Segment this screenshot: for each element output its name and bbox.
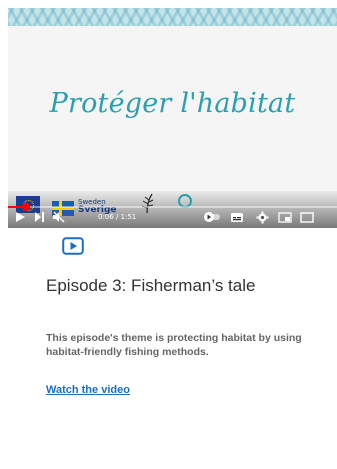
time-display: 0:06 / 1:51 <box>98 213 137 221</box>
mute-icon[interactable] <box>52 211 65 223</box>
play-square-icon <box>62 237 84 255</box>
episode-card: Protéger l'habitat Sweden Sverige 0:06 /… <box>0 0 337 469</box>
miniplayer-icon[interactable] <box>278 212 292 223</box>
watch-video-link[interactable]: Watch the video <box>46 384 130 396</box>
progress-bar[interactable] <box>8 203 337 211</box>
video-title-text: Protéger l'habitat <box>49 88 296 119</box>
video-player[interactable]: Protéger l'habitat Sweden Sverige 0:06 /… <box>8 8 337 228</box>
fullscreen-icon[interactable] <box>300 212 314 223</box>
captions-icon[interactable] <box>230 212 244 223</box>
episode-description: This episode's theme is protecting habit… <box>46 332 302 358</box>
next-icon[interactable] <box>33 211 45 223</box>
progress-handle[interactable] <box>21 203 30 211</box>
autoplay-toggle-icon[interactable] <box>203 211 221 223</box>
fern-logo-icon <box>141 193 154 214</box>
episode-title: Episode 3: Fisherman’s tale <box>46 276 256 295</box>
decorative-pattern <box>8 8 337 26</box>
settings-icon[interactable] <box>256 211 269 224</box>
play-icon[interactable] <box>14 211 26 223</box>
